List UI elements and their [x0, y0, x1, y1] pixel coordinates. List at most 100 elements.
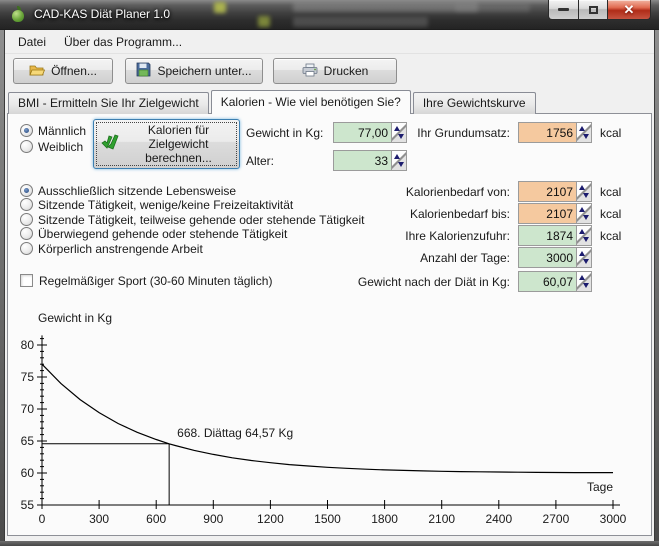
need-from-field[interactable]: 2107	[518, 181, 592, 202]
spin-up-icon[interactable]	[579, 229, 585, 234]
spin-up-icon[interactable]	[579, 275, 585, 280]
x-tick-label: 1200	[257, 512, 284, 526]
y-axis-title: Gewicht in Kg	[38, 311, 112, 325]
calc-calories-button[interactable]: Kalorien für Zielgewicht berechnen...	[93, 119, 240, 169]
x-tick-label: 2100	[428, 512, 455, 526]
intake-value[interactable]: 1874	[519, 226, 576, 245]
x-tick-label: 2400	[485, 512, 512, 526]
save-button[interactable]: Speichern unter...	[125, 58, 263, 84]
apple-icon	[12, 10, 24, 22]
radio-activity-0[interactable]	[20, 184, 33, 197]
x-tick-label: 600	[146, 512, 166, 526]
age-label: Alter:	[246, 154, 274, 168]
radio-activity-3[interactable]	[20, 227, 33, 240]
print-button[interactable]: Drucken	[273, 58, 397, 84]
radio-activity-4-label: Körperlich anstrengende Arbeit	[38, 242, 203, 256]
days-value[interactable]: 3000	[519, 248, 576, 267]
calc-calories-button-label: Kalorien für Zielgewicht berechnen...	[124, 123, 234, 165]
age-value[interactable]: 33	[334, 151, 391, 170]
need-to-field[interactable]: 2107	[518, 203, 592, 224]
save-floppy-icon	[136, 62, 151, 80]
radio-activity-1-label: Sitzende Tätigkeit, wenige/keine Freizei…	[38, 198, 293, 212]
need-to-value[interactable]: 2107	[519, 204, 576, 223]
need-from-spinner[interactable]	[576, 182, 591, 201]
menu-item-ueber[interactable]: Über das Programm...	[57, 32, 189, 52]
spin-down-icon[interactable]	[583, 283, 589, 288]
sport-checkbox[interactable]	[20, 274, 33, 287]
age-spinner[interactable]	[391, 151, 406, 170]
menu-item-datei[interactable]: Datei	[11, 32, 53, 52]
need-to-spinner[interactable]	[576, 204, 591, 223]
basal-value[interactable]: 1756	[519, 123, 576, 142]
glass-artifact	[258, 16, 270, 27]
window-title: CAD-KAS Diät Planer 1.0	[34, 7, 170, 21]
radio-maennlich[interactable]	[20, 124, 33, 137]
app-window: CAD-KAS Diät Planer 1.0 ✕ Datei Über das…	[0, 0, 659, 546]
intake-spinner[interactable]	[576, 226, 591, 245]
glass-artifact	[293, 17, 428, 27]
window-border-right	[654, 30, 659, 541]
x-tick-label: 1500	[314, 512, 341, 526]
spin-down-icon[interactable]	[583, 134, 589, 139]
x-tick-label: 3000	[600, 512, 627, 526]
sport-checkbox-label: Regelmäßiger Sport (30-60 Minuten täglic…	[39, 274, 272, 288]
print-button-label: Drucken	[324, 64, 369, 78]
open-button-label: Öffnen...	[51, 64, 97, 78]
y-tick-label: 60	[21, 466, 35, 480]
x-tick-label: 2700	[543, 512, 570, 526]
glass-artifact	[293, 2, 478, 12]
radio-activity-2[interactable]	[20, 213, 33, 226]
weight-after-value[interactable]: 60,07	[519, 272, 576, 291]
days-spinner[interactable]	[576, 248, 591, 267]
weight-curve	[42, 364, 613, 472]
printer-icon	[302, 63, 318, 80]
intake-field[interactable]: 1874	[518, 225, 592, 246]
radio-activity-4[interactable]	[20, 242, 33, 255]
close-icon: ✕	[624, 3, 635, 16]
spin-down-icon[interactable]	[398, 162, 404, 167]
radio-activity-2-label: Sitzende Tätigkeit, teilweise gehende od…	[38, 213, 364, 227]
weight-after-field[interactable]: 60,07	[518, 271, 592, 292]
tab-kalorien[interactable]: Kalorien - Wie viel benötigen Sie?	[211, 90, 411, 114]
spin-up-icon[interactable]	[579, 251, 585, 256]
need-to-unit: kcal	[600, 207, 621, 221]
minimize-icon	[558, 8, 569, 11]
spin-down-icon[interactable]	[583, 237, 589, 242]
radio-activity-1[interactable]	[20, 198, 33, 211]
x-tick-label: 1800	[371, 512, 398, 526]
spin-up-icon[interactable]	[394, 154, 400, 159]
age-field[interactable]: 33	[333, 150, 407, 171]
spin-up-icon[interactable]	[579, 126, 585, 131]
x-tick-label: 300	[89, 512, 109, 526]
y-tick-label: 80	[21, 338, 35, 352]
maximize-button[interactable]	[579, 0, 608, 20]
radio-activity-3-label: Überwiegend gehende oder stehende Tätigk…	[38, 227, 287, 241]
spin-up-icon[interactable]	[579, 207, 585, 212]
weight-after-label: Gewicht nach der Diät in Kg:	[260, 275, 510, 289]
basal-label: Ihr Grundumsatz:	[260, 126, 510, 140]
basal-field[interactable]: 1756	[518, 122, 592, 143]
spin-down-icon[interactable]	[583, 215, 589, 220]
weight-after-spinner[interactable]	[576, 272, 591, 291]
x-tick-label: 900	[203, 512, 223, 526]
spin-down-icon[interactable]	[583, 259, 589, 264]
spin-up-icon[interactable]	[579, 185, 585, 190]
minimize-button[interactable]	[548, 0, 579, 20]
client-area: Datei Über das Programm... Öffnen... Spe…	[5, 30, 654, 541]
maximize-icon	[589, 6, 598, 14]
radio-weiblich[interactable]	[20, 140, 33, 153]
close-button[interactable]: ✕	[608, 0, 651, 20]
radio-activity-0-label: Ausschließlich sitzende Lebensweise	[38, 184, 236, 198]
tab-gewichtskurve[interactable]: Ihre Gewichtskurve	[413, 92, 536, 114]
weight-chart-svg: Gewicht in Kg556065707580030060090012001…	[8, 310, 651, 536]
y-tick-label: 70	[21, 402, 35, 416]
tab-bmi[interactable]: BMI - Ermitteln Sie Ihr Zielgewicht	[8, 92, 209, 114]
need-from-value[interactable]: 2107	[519, 182, 576, 201]
days-field[interactable]: 3000	[518, 247, 592, 268]
spin-down-icon[interactable]	[583, 193, 589, 198]
open-button[interactable]: Öffnen...	[13, 58, 113, 84]
intake-label: Ihre Kalorienzufuhr:	[260, 229, 510, 243]
app-icon[interactable]	[10, 6, 26, 23]
basal-spinner[interactable]	[576, 123, 591, 142]
green-check-icon	[100, 134, 120, 155]
